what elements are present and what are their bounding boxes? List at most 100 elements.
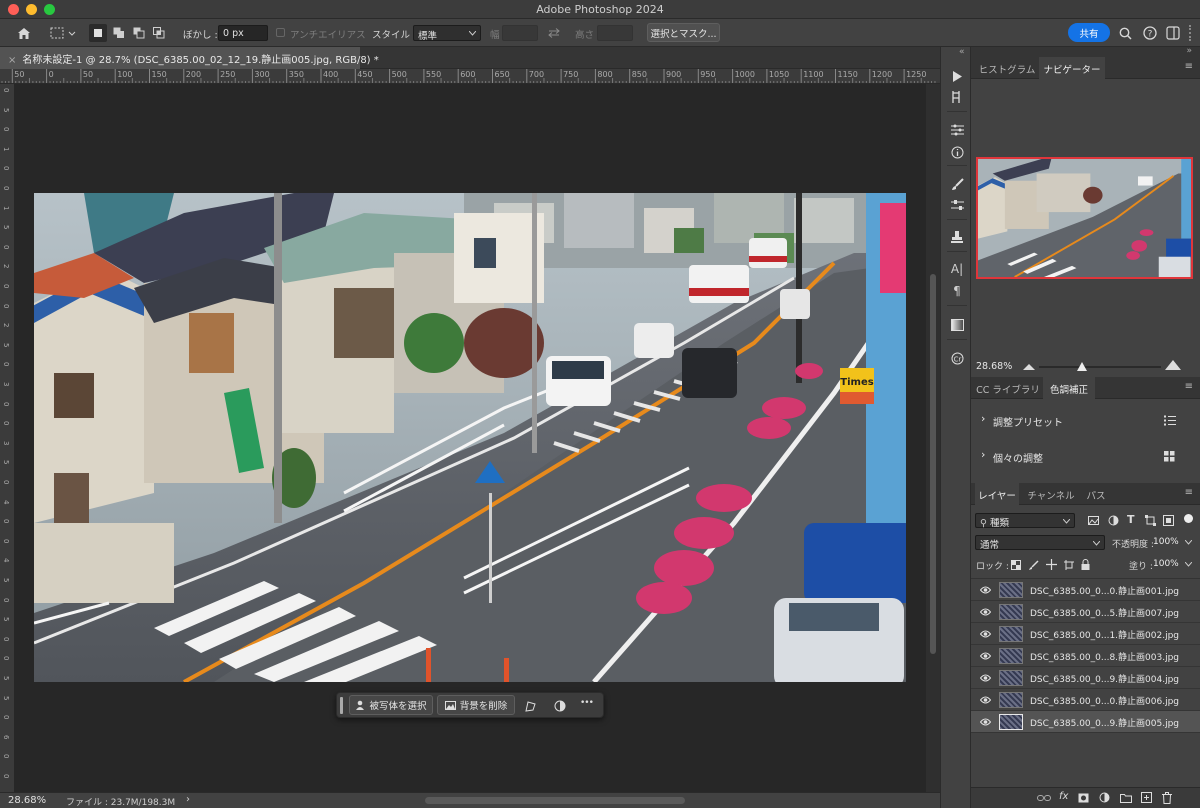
marquee-tool-preset-icon[interactable] xyxy=(48,24,78,42)
gradient-icon[interactable] xyxy=(949,317,965,333)
layers-menu-icon[interactable]: ≡ xyxy=(1185,487,1193,498)
layer-row[interactable]: DSC_6385.00_0...9.静止画004.jpg xyxy=(971,667,1200,689)
new-group-folder-icon[interactable] xyxy=(1120,793,1132,803)
tab-histogram[interactable]: ヒストグラム xyxy=(975,57,1039,79)
collapse-strip-icon[interactable]: « xyxy=(959,47,965,57)
clone-stamp-icon[interactable] xyxy=(949,229,965,245)
new-layer-icon[interactable] xyxy=(1141,792,1152,803)
tab-channels[interactable]: チャンネル xyxy=(1023,483,1079,505)
status-zoom[interactable]: 28.68% xyxy=(8,795,46,806)
lock-image-pixels-icon[interactable] xyxy=(1029,560,1039,570)
layer-name[interactable]: DSC_6385.00_0...1.静止画002.jpg xyxy=(1030,628,1179,641)
layer-name[interactable]: DSC_6385.00_0...9.静止画004.jpg xyxy=(1030,672,1179,685)
layer-row[interactable]: DSC_6385.00_0...9.静止画005.jpg xyxy=(971,711,1200,733)
adjustments-menu-icon[interactable]: ≡ xyxy=(1185,381,1193,392)
document-tab[interactable]: × 名称未設定-1 @ 28.7% (DSC_6385.00_02_12_19.静… xyxy=(0,47,379,69)
layer-name[interactable]: DSC_6385.00_0...5.静止画007.jpg xyxy=(1030,606,1179,619)
fill-value[interactable]: 100% xyxy=(1153,559,1179,569)
tab-paths[interactable]: パス xyxy=(1081,483,1111,505)
brush-settings-icon[interactable] xyxy=(949,197,965,213)
blend-mode-select[interactable]: 通常 xyxy=(975,535,1105,551)
remove-background-button[interactable]: 背景を削除 xyxy=(437,695,515,715)
status-chevron-icon[interactable]: › xyxy=(186,794,190,805)
layer-row[interactable]: DSC_6385.00_0...5.静止画007.jpg xyxy=(971,601,1200,623)
tab-navigator[interactable]: ナビゲーター xyxy=(1039,57,1105,79)
grid-view-icon[interactable] xyxy=(1164,451,1175,462)
eye-icon[interactable] xyxy=(980,651,991,661)
chevron-down-icon[interactable] xyxy=(1185,540,1192,545)
new-adjustment-layer-icon[interactable] xyxy=(1099,792,1110,803)
eye-icon[interactable] xyxy=(980,673,991,683)
navigator-zoom-value[interactable]: 28.68% xyxy=(976,361,1012,372)
lock-artboard-icon[interactable] xyxy=(1064,560,1074,570)
navigator-zoom-slider[interactable] xyxy=(1039,362,1161,371)
feather-input[interactable]: 0 px xyxy=(218,25,268,41)
tab-adjustments[interactable]: 色調補正 xyxy=(1043,377,1095,399)
individual-adjustments-row[interactable]: › 個々の調整 xyxy=(971,448,1200,465)
swap-icon[interactable] xyxy=(546,26,562,40)
filter-toggle[interactable] xyxy=(1184,514,1193,523)
height-input[interactable] xyxy=(597,25,633,41)
filter-type-icon[interactable]: T xyxy=(1127,513,1135,526)
search-icon[interactable] xyxy=(1117,25,1133,41)
filter-pixel-icon[interactable] xyxy=(1088,516,1099,525)
chevron-down-icon[interactable] xyxy=(1185,562,1192,567)
delete-layer-icon[interactable] xyxy=(1162,792,1172,804)
task-bar-grip[interactable] xyxy=(340,697,343,714)
eye-icon[interactable] xyxy=(980,629,991,639)
layer-name[interactable]: DSC_6385.00_0...9.静止画005.jpg xyxy=(1030,716,1179,729)
lock-all-icon[interactable] xyxy=(1081,559,1090,570)
zoom-in-mountain-icon[interactable] xyxy=(1165,359,1181,370)
character-icon[interactable]: A| xyxy=(949,261,965,277)
layer-filter-select[interactable]: ⚲ 種類 xyxy=(975,513,1075,529)
eye-icon[interactable] xyxy=(980,695,991,705)
link-layers-icon[interactable] xyxy=(1037,794,1051,802)
layer-row[interactable]: DSC_6385.00_0...1.静止画002.jpg xyxy=(971,623,1200,645)
add-mask-icon[interactable] xyxy=(1078,793,1089,803)
intersect-selection-icon[interactable] xyxy=(150,24,168,42)
zoom-slider-thumb[interactable] xyxy=(1076,362,1087,371)
vertical-scroll-thumb[interactable] xyxy=(930,274,936,654)
select-subject-button[interactable]: 被写体を選択 xyxy=(349,695,433,715)
brush-icon[interactable] xyxy=(949,176,965,192)
info-icon[interactable] xyxy=(949,144,965,160)
filter-smart-object-icon[interactable] xyxy=(1163,515,1174,526)
new-selection-icon[interactable] xyxy=(89,24,107,42)
eye-icon[interactable] xyxy=(980,585,991,595)
adjustment-circle-icon[interactable] xyxy=(552,698,568,714)
layer-row[interactable]: DSC_6385.00_0...8.静止画003.jpg xyxy=(971,645,1200,667)
play-icon[interactable] xyxy=(949,68,965,84)
transform-icon[interactable] xyxy=(523,698,539,714)
paragraph-icon[interactable]: ¶ xyxy=(949,283,965,299)
more-options-button[interactable]: ••• xyxy=(580,698,594,708)
subtract-selection-icon[interactable] xyxy=(130,24,148,42)
navigator-preview[interactable] xyxy=(976,157,1193,279)
properties-sliders-icon[interactable] xyxy=(949,122,965,138)
lock-transparent-pixels-icon[interactable] xyxy=(1011,560,1021,570)
help-icon[interactable]: ? xyxy=(1142,25,1158,41)
opacity-value[interactable]: 100% xyxy=(1153,537,1179,547)
layer-row[interactable]: DSC_6385.00_0...0.静止画006.jpg xyxy=(971,689,1200,711)
panel-menu-icon[interactable]: ≡ xyxy=(1185,61,1193,72)
layer-style-fx-icon[interactable]: fx xyxy=(1059,791,1068,802)
tab-layers[interactable]: レイヤー xyxy=(975,483,1019,505)
eye-icon[interactable] xyxy=(980,717,991,727)
home-icon[interactable] xyxy=(14,24,34,42)
eye-icon[interactable] xyxy=(980,607,991,617)
antialias-checkbox[interactable] xyxy=(276,28,285,37)
horizontal-scroll-thumb[interactable] xyxy=(425,797,685,804)
layer-row[interactable]: DSC_6385.00_0...0.静止画001.jpg xyxy=(971,579,1200,601)
zoom-out-mountain-icon[interactable] xyxy=(1023,362,1035,370)
add-selection-icon[interactable] xyxy=(110,24,128,42)
share-button[interactable]: 共有 xyxy=(1068,23,1110,42)
width-input[interactable] xyxy=(502,25,538,41)
libraries-icon[interactable]: Cr xyxy=(949,350,965,366)
lock-position-icon[interactable] xyxy=(1046,559,1057,570)
layer-name[interactable]: DSC_6385.00_0...0.静止画001.jpg xyxy=(1030,584,1179,597)
document-image[interactable]: Times xyxy=(34,193,906,682)
close-tab-icon[interactable]: × xyxy=(8,55,16,66)
list-view-icon[interactable] xyxy=(1164,415,1176,426)
filter-shape-icon[interactable] xyxy=(1145,515,1156,526)
filter-adjustment-icon[interactable] xyxy=(1108,515,1119,526)
history-brush-icon[interactable] xyxy=(949,89,965,105)
